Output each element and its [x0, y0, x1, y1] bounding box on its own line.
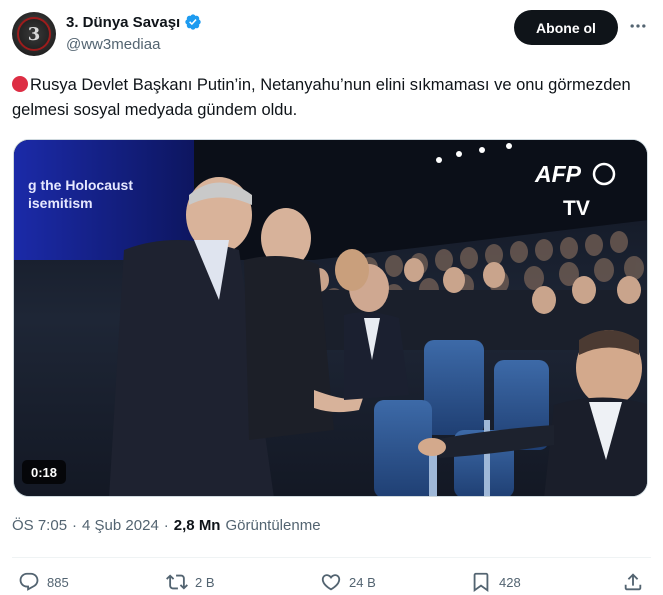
share-button[interactable] [622, 571, 644, 593]
verified-badge-icon [185, 14, 201, 30]
video-frame: g the Holocaust isemitism AFP TV [14, 140, 647, 496]
bookmark-icon [473, 572, 489, 593]
bookmark-count: 428 [499, 574, 521, 590]
repost-button[interactable]: 2 B [166, 571, 215, 593]
like-count: 24 B [349, 574, 376, 590]
video-player[interactable]: g the Holocaust isemitism AFP TV [13, 139, 648, 497]
tweet-text: Rusya Devlet Başkanı Putin’in, Netanyahu… [12, 73, 652, 123]
reply-button[interactable]: 885 [18, 571, 69, 593]
bookmark-button[interactable]: 428 [470, 571, 521, 593]
follow-button[interactable]: Abone ol [514, 10, 618, 45]
repost-count: 2 B [195, 574, 215, 590]
reply-count: 885 [47, 574, 69, 590]
avatar[interactable]: 3 [12, 12, 56, 56]
red-circle-icon [12, 76, 28, 92]
tweet-time[interactable]: ÖS 7:05 [12, 517, 67, 534]
tweet-date[interactable]: 4 Şub 2024 [82, 517, 159, 534]
tweet-meta: ÖS 7:05 · 4 Şub 2024 · 2,8 Mn Görüntülen… [12, 517, 321, 534]
tweet-body: Rusya Devlet Başkanı Putin’in, Netanyahu… [12, 76, 631, 119]
meta-separator: · [72, 517, 78, 534]
views-count: 2,8 Mn [173, 517, 221, 534]
author-handle[interactable]: @ww3mediaa [66, 36, 160, 53]
screen-text-line2: isemitism [28, 195, 93, 211]
screen-text-line1: g the Holocaust [28, 177, 133, 193]
afp-tv-label: TV [563, 197, 590, 220]
video-duration: 0:18 [22, 460, 67, 484]
reply-icon [19, 572, 39, 591]
views-label: Görüntülenme [225, 517, 321, 534]
more-options-icon[interactable] [626, 14, 650, 38]
like-button[interactable]: 24 B [320, 571, 376, 593]
meta-separator: · [163, 517, 169, 534]
heart-icon [321, 574, 341, 591]
afp-logo: AFP [534, 161, 582, 187]
share-icon [624, 573, 642, 591]
author-display-name[interactable]: 3. Dünya Savaşı [66, 14, 180, 31]
author-name-row[interactable]: 3. Dünya Savaşı [66, 13, 202, 31]
repost-icon [166, 574, 188, 590]
divider [12, 557, 651, 558]
action-bar: 885 2 B 24 B 428 [0, 568, 663, 595]
avatar-logo: 3 [17, 17, 51, 51]
